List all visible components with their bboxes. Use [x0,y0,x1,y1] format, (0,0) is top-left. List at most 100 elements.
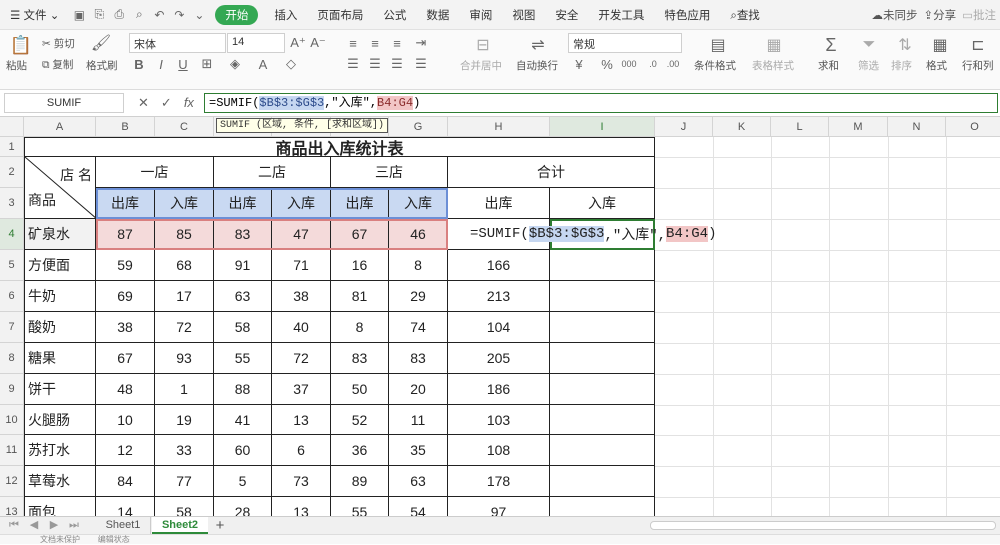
total-out-cell[interactable]: 108 [448,435,550,466]
value-cell[interactable]: 88 [214,374,272,405]
value-cell[interactable]: 72 [155,312,214,343]
italic-icon[interactable]: I [152,55,170,73]
search-button[interactable]: ⌕查找 [720,7,769,23]
value-cell[interactable]: 59 [96,250,155,281]
value-cell[interactable]: 14 [96,497,155,516]
store-header[interactable]: 二店 [214,157,331,188]
value-cell[interactable]: 81 [331,281,389,312]
total-out-cell[interactable]: 205 [448,343,550,374]
tab-insert[interactable]: 插入 [264,7,307,23]
value-cell[interactable]: 28 [214,497,272,516]
value-cell[interactable]: 83 [389,343,448,374]
row-header[interactable]: 5 [0,250,24,281]
value-cell[interactable]: 91 [214,250,272,281]
increase-font-icon[interactable]: A⁺ [289,34,307,52]
value-cell[interactable]: 46 [389,219,448,250]
product-name-cell[interactable]: 饼干 [24,374,96,405]
product-name-cell[interactable]: 牛奶 [24,281,96,312]
total-in-cell[interactable] [550,250,655,281]
column-header[interactable]: L [771,117,829,137]
total-in-cell[interactable] [550,312,655,343]
value-cell[interactable]: 11 [389,405,448,435]
store-header[interactable]: 三店 [331,157,448,188]
row-header[interactable]: 4 [0,219,24,250]
currency-icon[interactable]: ¥ [570,55,588,73]
value-cell[interactable]: 5 [214,466,272,497]
column-header[interactable]: H [448,117,550,137]
value-cell[interactable]: 73 [272,466,331,497]
increase-decimal-icon[interactable]: .0 [644,55,662,73]
tab-formulas[interactable]: 公式 [373,7,416,23]
total-out-cell[interactable]: 166 [448,250,550,281]
value-cell[interactable]: 83 [331,343,389,374]
value-cell[interactable]: 69 [96,281,155,312]
paste-button[interactable]: 粘贴 [6,58,27,73]
dropdown-icon[interactable]: ⌄ [189,5,209,25]
product-name-cell[interactable]: 矿泉水 [24,219,96,250]
sync-button[interactable]: ☁未同步 [871,7,917,23]
value-cell[interactable]: 13 [272,497,331,516]
sort-icon[interactable]: ⇅ [894,34,916,56]
merge-center-icon[interactable]: ⊟ [472,34,494,56]
value-cell[interactable]: 17 [155,281,214,312]
value-cell[interactable]: 83 [214,219,272,250]
value-cell[interactable]: 67 [331,219,389,250]
align-middle-icon[interactable]: ≡ [366,34,384,52]
value-cell[interactable]: 71 [272,250,331,281]
product-name-cell[interactable]: 酸奶 [24,312,96,343]
tab-data[interactable]: 数据 [416,7,459,23]
total-out-cell[interactable]: 213 [448,281,550,312]
prev-sheet-icon[interactable]: ◀ [24,517,44,534]
clear-format-icon[interactable]: ◇ [282,55,300,73]
value-cell[interactable]: 12 [96,435,155,466]
product-name-cell[interactable]: 方便面 [24,250,96,281]
value-cell[interactable]: 13 [272,405,331,435]
value-cell[interactable]: 1 [155,374,214,405]
row-header[interactable]: 3 [0,188,24,219]
filter-button[interactable]: 筛选 [858,58,879,73]
align-top-icon[interactable]: ≡ [344,34,362,52]
formula-cell[interactable]: =SUMIF($B$3:$G$3 ,"入库", B4:G4) [448,219,716,250]
value-cell[interactable]: 63 [214,281,272,312]
tab-security[interactable]: 安全 [545,7,588,23]
horizontal-scrollbar[interactable] [650,521,996,530]
table-style-button[interactable]: 表格样式 [752,58,794,73]
value-cell[interactable]: 60 [214,435,272,466]
decrease-decimal-icon[interactable]: .00 [664,55,682,73]
row-header[interactable]: 11 [0,435,24,466]
value-cell[interactable]: 48 [96,374,155,405]
product-name-cell[interactable]: 面包 [24,497,96,516]
value-cell[interactable]: 36 [331,435,389,466]
value-cell[interactable]: 8 [389,250,448,281]
value-cell[interactable]: 8 [331,312,389,343]
comment-button[interactable]: ▭批注 [962,7,996,23]
fx-icon[interactable]: fx [184,93,194,113]
value-cell[interactable]: 50 [331,374,389,405]
total-in-cell[interactable] [550,466,655,497]
value-cell[interactable]: 38 [272,281,331,312]
number-format-select[interactable]: 常规 [568,33,682,53]
row-header[interactable]: 10 [0,405,24,435]
value-cell[interactable]: 38 [96,312,155,343]
font-name-select[interactable]: 宋体 [129,33,226,53]
total-in-cell[interactable] [550,343,655,374]
align-bottom-icon[interactable]: ≡ [388,34,406,52]
sub-header[interactable]: 出库 [331,188,389,219]
column-header[interactable]: M [829,117,888,137]
value-cell[interactable]: 54 [389,497,448,516]
product-name-cell[interactable]: 糖果 [24,343,96,374]
tab-view[interactable]: 视图 [502,7,545,23]
total-in-cell[interactable] [550,435,655,466]
wrap-text-icon[interactable]: ⇌ [527,34,549,56]
product-name-cell[interactable]: 苏打水 [24,435,96,466]
column-header[interactable]: O [946,117,1000,137]
row-header[interactable]: 9 [0,374,24,405]
select-all-corner[interactable] [0,117,24,137]
format-painter-icon[interactable]: 🖌 [91,34,111,52]
percent-icon[interactable]: % [598,55,616,73]
value-cell[interactable]: 72 [272,343,331,374]
value-cell[interactable]: 33 [155,435,214,466]
last-sheet-icon[interactable]: ⏭ [64,517,84,534]
save-icon[interactable]: ▣ [69,5,89,25]
row-col-button[interactable]: 行和列 [962,58,994,73]
